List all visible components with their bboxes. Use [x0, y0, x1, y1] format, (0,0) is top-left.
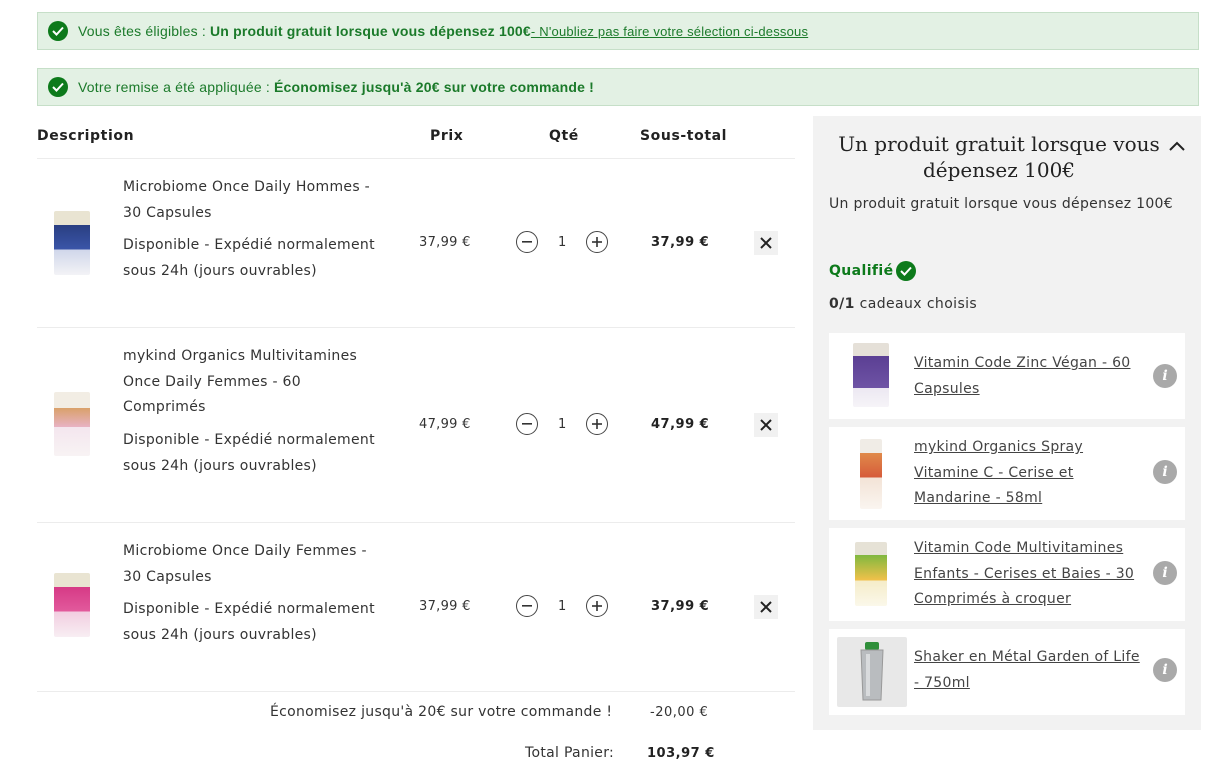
gift-name-link[interactable]: mykind Organics Spray Vitamine C - Ceris… — [914, 435, 1142, 512]
gift-name-link[interactable]: Vitamin Code Zinc Végan - 60 Capsules — [914, 351, 1142, 402]
discount-label: Économisez jusqu'à 20€ sur votre command… — [270, 704, 613, 720]
qty-increase-button[interactable] — [586, 231, 608, 253]
cart-row: Microbiome Once Daily Hommes - 30 Capsul… — [37, 159, 795, 327]
qty-increase-button[interactable] — [586, 413, 608, 435]
info-icon[interactable]: i — [1153, 658, 1177, 682]
free-gift-panel: Un produit gratuit lorsque vous dépensez… — [813, 116, 1201, 730]
gift-name-link[interactable]: Shaker en Métal Garden of Life - 750ml — [914, 645, 1142, 696]
qty-decrease-button[interactable] — [516, 231, 538, 253]
remove-item-button[interactable] — [754, 231, 778, 255]
divider — [37, 691, 795, 692]
gift-thumbnail[interactable] — [837, 637, 907, 707]
gift-thumbnail[interactable] — [855, 542, 887, 606]
check-circle-icon — [48, 77, 68, 97]
qualified-label: Qualifié — [829, 263, 894, 279]
discount-banner: Votre remise a été appliquée : Économise… — [37, 68, 1199, 106]
cart-row: mykind Organics Multivitamines Once Dail… — [37, 328, 795, 522]
gift-option[interactable]: Vitamin Code Zinc Végan - 60 Capsules i — [829, 333, 1185, 419]
line-subtotal: 37,99 € — [651, 599, 710, 614]
availability: Disponible - Expédié normalement sous 24… — [123, 601, 375, 643]
unit-price: 37,99 € — [419, 599, 471, 614]
cart-table-header: Description Prix Qté Sous-total — [37, 128, 797, 148]
total-value: 103,97 € — [647, 746, 715, 761]
banner-discount: Économisez jusqu'à 20€ sur votre command… — [274, 79, 595, 95]
product-name[interactable]: Microbiome Once Daily Femmes - 30 Capsul… — [123, 539, 378, 590]
header-description: Description — [37, 128, 135, 144]
line-subtotal: 47,99 € — [651, 417, 710, 432]
remove-item-button[interactable] — [754, 413, 778, 437]
unit-price: 37,99 € — [419, 235, 471, 250]
banner-prefix: Votre remise a été appliquée : — [78, 79, 271, 95]
info-icon[interactable]: i — [1153, 561, 1177, 585]
product-name[interactable]: mykind Organics Multivitamines Once Dail… — [123, 344, 378, 421]
banner-offer: Un produit gratuit lorsque vous dépensez… — [209, 23, 531, 39]
line-subtotal: 37,99 € — [651, 235, 710, 250]
header-subtotal: Sous-total — [640, 128, 728, 144]
gift-thumbnail[interactable] — [860, 439, 882, 509]
gift-panel-title[interactable]: Un produit gratuit lorsque vous dépensez… — [823, 131, 1175, 183]
qty-decrease-button[interactable] — [516, 413, 538, 435]
remove-item-button[interactable] — [754, 595, 778, 619]
select-gift-link[interactable]: - N'oubliez pas faire votre sélection ci… — [531, 24, 808, 39]
eligibility-banner: Vous êtes éligibles : Un produit gratuit… — [37, 12, 1199, 50]
qty-decrease-button[interactable] — [516, 595, 538, 617]
chosen-label: cadeaux choisis — [859, 296, 978, 312]
banner-prefix: Vous êtes éligibles : — [78, 23, 206, 39]
gift-name-link[interactable]: Vitamin Code Multivitamines Enfants - Ce… — [914, 536, 1142, 613]
discount-value: -20,00 € — [650, 705, 709, 720]
total-label: Total Panier: — [525, 745, 615, 761]
qty-value[interactable]: 1 — [558, 235, 566, 250]
check-circle-icon — [48, 21, 68, 41]
info-icon[interactable]: i — [1153, 460, 1177, 484]
gift-option[interactable]: mykind Organics Spray Vitamine C - Ceris… — [829, 427, 1185, 520]
shaker-icon — [860, 642, 884, 701]
qty-value[interactable]: 1 — [558, 599, 566, 614]
header-price: Prix — [430, 128, 464, 144]
qty-value[interactable]: 1 — [558, 417, 566, 432]
availability: Disponible - Expédié normalement sous 24… — [123, 237, 375, 279]
gifts-chosen-count: 0/1 cadeaux choisis — [829, 296, 977, 312]
product-thumbnail[interactable] — [54, 211, 90, 275]
availability: Disponible - Expédié normalement sous 24… — [123, 432, 375, 474]
check-circle-icon — [895, 261, 916, 281]
cart-row: Microbiome Once Daily Femmes - 30 Capsul… — [37, 523, 795, 691]
gift-thumbnail[interactable] — [853, 343, 889, 407]
header-qty: Qté — [549, 128, 579, 144]
product-name[interactable]: Microbiome Once Daily Hommes - 30 Capsul… — [123, 175, 378, 226]
product-thumbnail[interactable] — [54, 392, 90, 456]
chevron-up-icon[interactable] — [1169, 136, 1185, 155]
product-thumbnail[interactable] — [54, 573, 90, 637]
unit-price: 47,99 € — [419, 417, 471, 432]
info-icon[interactable]: i — [1153, 364, 1177, 388]
qualified-status: Qualifié — [829, 261, 916, 281]
qty-increase-button[interactable] — [586, 595, 608, 617]
gift-option[interactable]: Vitamin Code Multivitamines Enfants - Ce… — [829, 528, 1185, 621]
gift-option[interactable]: Shaker en Métal Garden of Life - 750ml i — [829, 629, 1185, 715]
chosen-count: 0/1 — [829, 296, 855, 312]
gift-panel-subtitle: Un produit gratuit lorsque vous dépensez… — [829, 196, 1173, 212]
